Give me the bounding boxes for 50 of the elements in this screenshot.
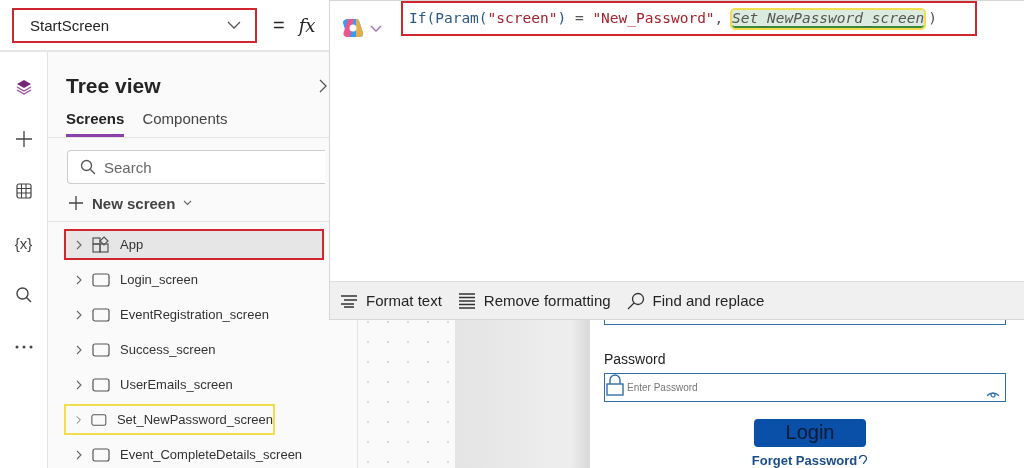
search-icon bbox=[80, 159, 96, 175]
chevron-down-icon bbox=[183, 200, 193, 206]
panel-title: Tree view bbox=[66, 74, 161, 98]
question-mark-icon bbox=[858, 454, 869, 467]
variables-icon[interactable]: {x} bbox=[8, 228, 39, 258]
tree-item[interactable]: Set_NewPassword_screen bbox=[64, 404, 275, 435]
tree-item[interactable]: App bbox=[64, 229, 324, 260]
screen-icon bbox=[92, 272, 110, 287]
screen-icon bbox=[91, 412, 107, 427]
formula-code: If(Param("screen") = "New_Password", Set_NewPassword_screen ) bbox=[401, 1, 977, 36]
tab[interactable]: Screens bbox=[66, 106, 125, 137]
chevron-down-icon bbox=[227, 21, 241, 29]
chevron-right-icon bbox=[76, 274, 82, 285]
chevron-right-icon bbox=[76, 239, 82, 250]
screen-icon bbox=[92, 447, 110, 462]
tab[interactable]: Components bbox=[142, 106, 228, 137]
screen-icon bbox=[92, 377, 110, 392]
chevron-right-icon bbox=[76, 449, 82, 460]
tree-item[interactable]: Event_CompleteDetails_screen bbox=[64, 439, 324, 468]
chevron-right-icon bbox=[76, 414, 82, 425]
chevron-right-icon[interactable] bbox=[319, 79, 327, 93]
equals-sign: = bbox=[273, 13, 285, 37]
search-icon bbox=[626, 291, 645, 310]
field-label: Password bbox=[604, 350, 667, 367]
new-screen-button[interactable]: New screen bbox=[68, 192, 198, 214]
lines-icon bbox=[457, 292, 476, 309]
chevron-right-icon bbox=[76, 379, 82, 390]
tree-item[interactable]: UserEmails_screen bbox=[64, 369, 324, 400]
copilot-icon bbox=[342, 18, 364, 38]
format-text-button[interactable]: Format text bbox=[340, 292, 442, 309]
property-dropdown[interactable]: StartScreen bbox=[12, 7, 257, 43]
screen-icon bbox=[92, 307, 110, 322]
forgot-password-link[interactable]: Forget Password bbox=[751, 453, 858, 468]
align-lines-icon bbox=[340, 293, 358, 308]
screen-icon bbox=[92, 342, 110, 357]
chevron-right-icon bbox=[76, 344, 82, 355]
fx-label: fx bbox=[298, 14, 316, 36]
find-replace-button[interactable]: Find and replace bbox=[626, 291, 765, 310]
tree-item[interactable]: Success_screen bbox=[64, 334, 324, 365]
remove-formatting-button[interactable]: Remove formatting bbox=[457, 292, 611, 309]
search-field[interactable]: Search bbox=[67, 150, 325, 184]
chevron-right-icon bbox=[76, 309, 82, 320]
app-icon bbox=[92, 235, 110, 254]
tree-item[interactable]: EventRegistration_screen bbox=[64, 299, 324, 330]
chevron-down-icon bbox=[370, 24, 382, 32]
tree-item[interactable]: Login_screen bbox=[64, 264, 324, 295]
plus-icon bbox=[68, 195, 84, 211]
password-field[interactable]: Enter Password bbox=[604, 372, 1006, 402]
formula-editor[interactable]: If(Param("screen") = "New_Password", Set_NewPassword_screen ) Format text Remove formatting Find and replace bbox=[329, 0, 1024, 320]
lock-icon bbox=[606, 373, 624, 396]
